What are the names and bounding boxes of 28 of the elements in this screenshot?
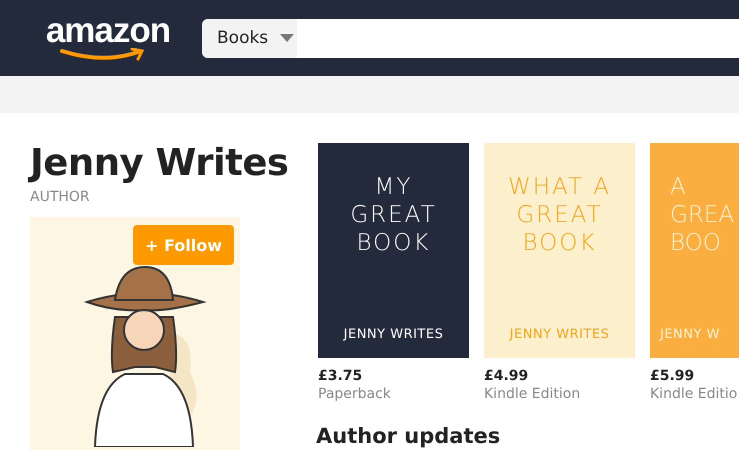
book-cover[interactable]: WHAT A GREAT BOOK JENNY WRITES — [484, 143, 635, 358]
cover-author: JENNY WRITES — [510, 327, 610, 342]
book-title-line: GREAT — [516, 201, 603, 229]
caret-icon — [280, 34, 294, 42]
book-format[interactable]: Paperback — [318, 386, 469, 402]
book-format[interactable]: Kindle Edition — [484, 386, 635, 402]
book-title-line: A — [670, 173, 686, 201]
follow-button[interactable]: + Follow — [133, 225, 234, 265]
book-title-line: BOO — [670, 229, 721, 257]
book-title-line: BOOK — [522, 229, 596, 257]
section-heading: Author updates — [316, 424, 502, 448]
author-name: Jenny Writes — [30, 143, 318, 183]
book-title-line: BOOK — [356, 229, 430, 257]
cover-author: JENNY WRITES — [344, 327, 444, 342]
book-price: £4.99 — [484, 368, 530, 384]
category-dropdown[interactable]: Books — [202, 18, 297, 58]
book-price: £3.75 — [318, 368, 364, 384]
book-title-line: WHAT A — [508, 173, 612, 201]
book-price: £5.99 — [650, 368, 696, 384]
book-title-line: GREAT — [350, 201, 437, 229]
logo-text[interactable]: amazon — [46, 14, 170, 48]
author-role: AUTHOR — [30, 189, 91, 205]
book-title-line: MY — [374, 173, 412, 201]
book-cover[interactable]: MY GREAT BOOK JENNY WRITES — [318, 143, 469, 358]
book-format[interactable]: Kindle Editio — [650, 386, 739, 402]
cover-author: JENNY W — [660, 327, 720, 342]
book-title-line: GREA — [670, 201, 734, 229]
search-field[interactable]: Books — [202, 18, 739, 58]
